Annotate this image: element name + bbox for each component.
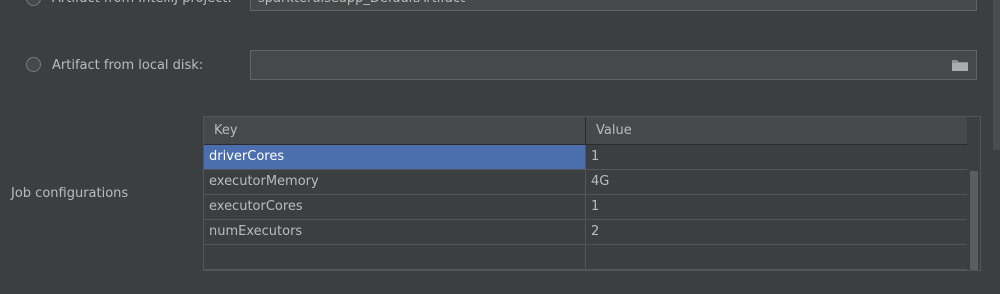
- artifact-intellij-field[interactable]: sparkteruiseapp_DefaultArtifact: [250, 0, 977, 11]
- table-header: Key Value: [204, 117, 967, 145]
- browse-button[interactable]: [948, 56, 972, 74]
- artifact-disk-radio[interactable]: [26, 57, 41, 72]
- table-row[interactable]: driverCores 1: [204, 145, 967, 170]
- job-config-table: Key Value driverCores 1 executorMemory 4…: [203, 116, 981, 271]
- column-header-value[interactable]: Value: [586, 117, 967, 145]
- cell-value[interactable]: 1: [586, 195, 967, 219]
- cell-value[interactable]: 1: [586, 145, 967, 169]
- page-scrollbar[interactable]: [993, 0, 1000, 150]
- cell-key[interactable]: driverCores: [204, 145, 586, 169]
- artifact-disk-field[interactable]: [250, 50, 977, 80]
- artifact-intellij-label: Artifact from IntelliJ project:: [52, 0, 232, 9]
- cell-key[interactable]: executorCores: [204, 195, 586, 219]
- table-row[interactable]: numExecutors 2: [204, 220, 967, 245]
- scrollbar-thumb[interactable]: [970, 171, 978, 270]
- job-configurations-label: Job configurations: [11, 186, 129, 201]
- table-row[interactable]: executorMemory 4G: [204, 170, 967, 195]
- cell-key[interactable]: [204, 245, 586, 269]
- cell-value[interactable]: 4G: [586, 170, 967, 194]
- cell-value[interactable]: [586, 245, 967, 269]
- column-header-key[interactable]: Key: [204, 117, 586, 145]
- table-row[interactable]: executorCores 1: [204, 195, 967, 220]
- folder-icon: [952, 60, 968, 71]
- artifact-disk-label: Artifact from local disk:: [52, 58, 204, 73]
- cell-value[interactable]: 2: [586, 220, 967, 244]
- cell-key[interactable]: executorMemory: [204, 170, 586, 194]
- table-scrollbar[interactable]: [967, 117, 980, 270]
- cell-key[interactable]: numExecutors: [204, 220, 586, 244]
- table-body: driverCores 1 executorMemory 4G executor…: [204, 145, 967, 270]
- artifact-intellij-radio[interactable]: [26, 0, 41, 6]
- table-row[interactable]: [204, 245, 967, 270]
